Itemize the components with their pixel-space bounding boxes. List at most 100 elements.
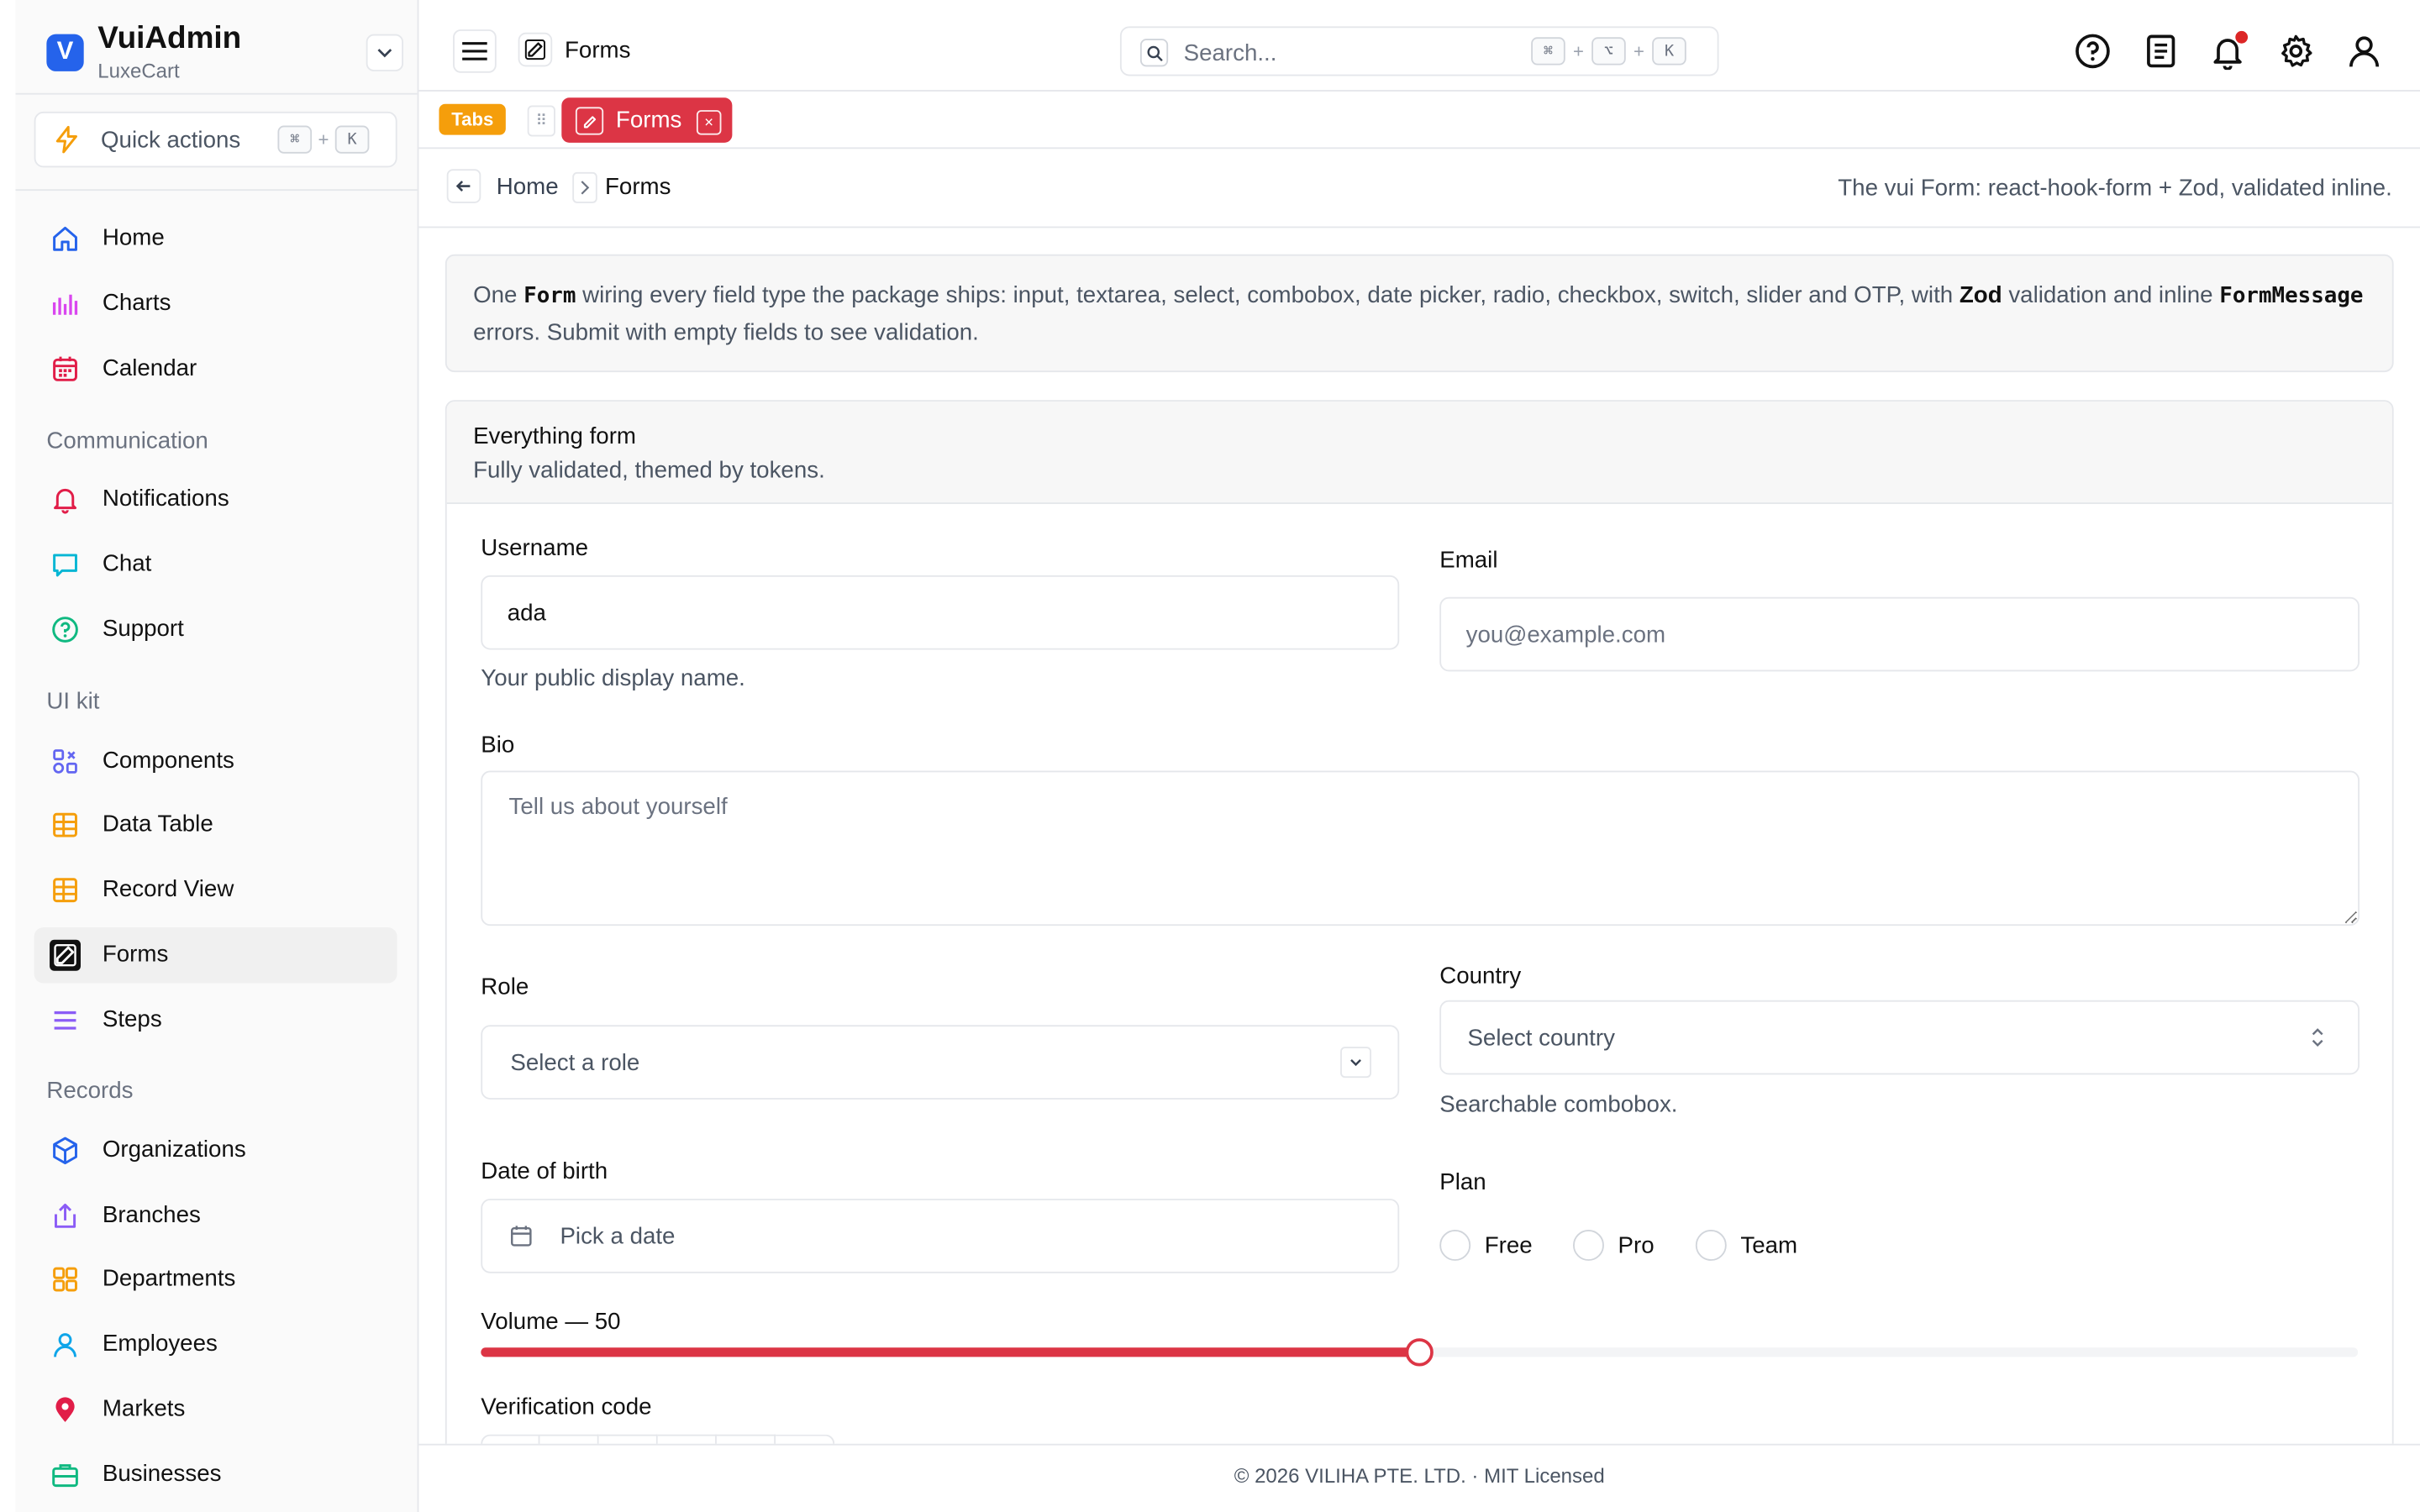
grid-icon bbox=[48, 1263, 82, 1297]
sidebar-item-label: Businesses bbox=[102, 1461, 222, 1488]
global-search[interactable]: ⌘ + ⌥ + K bbox=[1119, 26, 1719, 76]
box-icon bbox=[48, 1134, 82, 1168]
volume-slider[interactable] bbox=[481, 1338, 2359, 1367]
user-icon bbox=[2349, 36, 2380, 67]
date-picker-button[interactable]: Pick a date bbox=[481, 1199, 1400, 1273]
sidebar-item-label: Charts bbox=[102, 290, 171, 317]
email-input[interactable] bbox=[1439, 596, 2360, 672]
docs-button[interactable] bbox=[2141, 31, 2181, 71]
intro-text: wiring every field type the package ship… bbox=[576, 282, 1960, 309]
radio-team[interactable] bbox=[1695, 1230, 1727, 1261]
card-title: Everything form bbox=[473, 423, 637, 450]
country-label: Country bbox=[1439, 963, 1522, 990]
sidebar-item-charts[interactable]: Charts bbox=[34, 276, 397, 332]
intro-text: errors. Submit with empty fields to see … bbox=[473, 319, 979, 346]
chevron-down-icon bbox=[1340, 1047, 1372, 1079]
drag-handle-icon[interactable]: ⠿ bbox=[527, 105, 555, 137]
sidebar-item-organizations[interactable]: Organizations bbox=[34, 1123, 397, 1179]
notifications-button[interactable] bbox=[2207, 30, 2249, 71]
radio-pro[interactable] bbox=[1573, 1230, 1604, 1261]
bio-textarea[interactable] bbox=[481, 770, 2360, 927]
menu-toggle-button[interactable] bbox=[453, 29, 497, 73]
chevron-down-icon[interactable] bbox=[366, 34, 404, 71]
kbd-plus: + bbox=[318, 129, 329, 151]
sidebar-item-calendar[interactable]: Calendar bbox=[34, 341, 397, 396]
sidebar-item-label: Forms bbox=[102, 941, 169, 969]
lightning-icon bbox=[55, 125, 77, 154]
kbd-key: ⌥ bbox=[1591, 37, 1626, 66]
settings-button[interactable] bbox=[2275, 31, 2316, 71]
dob-label: Date of birth bbox=[481, 1158, 608, 1185]
chevron-right-icon bbox=[572, 171, 597, 203]
app-root: V VuiAdmin LuxeCart Quick actions ⌘ + K … bbox=[0, 0, 2420, 1512]
sidebar-item-label: Organizations bbox=[102, 1137, 246, 1163]
card-description: Fully validated, themed by tokens. bbox=[473, 457, 825, 485]
page-description: The vui Form: react-hook-form + Zod, val… bbox=[1838, 175, 2392, 202]
sidebar-item-steps[interactable]: Steps bbox=[34, 993, 397, 1048]
quick-actions-button[interactable]: Quick actions ⌘ + K bbox=[34, 111, 397, 168]
sidebar-item-label: Calendar bbox=[102, 354, 197, 382]
card-header: Everything form Fully validated, themed … bbox=[446, 402, 2392, 505]
sidebar-item-home[interactable]: Home bbox=[34, 211, 397, 266]
sidebar-item-businesses[interactable]: Businesses bbox=[34, 1446, 397, 1502]
back-button[interactable] bbox=[446, 169, 481, 203]
volume-label: Volume — 50 bbox=[481, 1309, 621, 1336]
sidebar-item-label: Markets bbox=[102, 1395, 186, 1422]
date-picker-value: Pick a date bbox=[560, 1223, 676, 1251]
workspace-name: LuxeCart bbox=[97, 59, 180, 82]
brand-switcher[interactable]: V VuiAdmin LuxeCart bbox=[34, 18, 404, 84]
kbd-plus: + bbox=[1573, 40, 1584, 62]
sidebar-item-label: Steps bbox=[102, 1006, 162, 1033]
tab-forms[interactable]: Forms × bbox=[561, 97, 733, 143]
role-select[interactable]: Select a role bbox=[481, 1025, 1400, 1100]
sidebar-item-forms[interactable]: Forms bbox=[34, 927, 397, 984]
table-icon bbox=[48, 808, 82, 843]
tabs-bar: Tabs ⠿ Forms × bbox=[418, 92, 2420, 150]
intro-text: One bbox=[473, 282, 524, 309]
sidebar-item-label: Departments bbox=[102, 1265, 236, 1292]
search-input[interactable] bbox=[1183, 37, 1525, 69]
sidebar: V VuiAdmin LuxeCart Quick actions ⌘ + K … bbox=[15, 0, 419, 1512]
close-icon[interactable]: × bbox=[696, 110, 722, 135]
edit-icon bbox=[524, 39, 546, 60]
kbd-plus: + bbox=[1634, 40, 1644, 62]
breadcrumb-home-link[interactable]: Home bbox=[497, 174, 559, 200]
username-input[interactable] bbox=[481, 575, 1400, 650]
profile-button[interactable] bbox=[2344, 31, 2385, 71]
docs-icon bbox=[2147, 34, 2175, 68]
plan-label: Plan bbox=[1439, 1169, 1486, 1196]
sidebar-item-record-view[interactable]: Record View bbox=[34, 862, 397, 917]
slider-thumb[interactable] bbox=[1405, 1338, 1434, 1367]
tabs-badge[interactable]: Tabs bbox=[439, 103, 507, 135]
sidebar-item-label: Notifications bbox=[102, 485, 229, 512]
radio-label: Free bbox=[1484, 1232, 1533, 1260]
intro-note: One Form wiring every field type the pac… bbox=[445, 254, 2394, 373]
topbar: Forms ⌘ + ⌥ + K bbox=[418, 0, 2420, 92]
sidebar-item-employees[interactable]: Employees bbox=[34, 1316, 397, 1372]
sidebar-item-support[interactable]: Support bbox=[34, 601, 397, 657]
components-icon bbox=[48, 744, 82, 779]
branch-icon bbox=[48, 1199, 82, 1233]
calendar-icon bbox=[511, 1226, 532, 1247]
sidebar-item-label: Employees bbox=[102, 1331, 218, 1357]
sidebar-item-label: Data Table bbox=[102, 811, 213, 837]
sidebar-item-label: Chat bbox=[102, 550, 152, 577]
role-label: Role bbox=[481, 974, 529, 1000]
sidebar-item-branches[interactable]: Branches bbox=[34, 1188, 397, 1243]
sidebar-item-components[interactable]: Components bbox=[34, 733, 397, 789]
sidebar-section-title: Communication bbox=[46, 428, 208, 454]
sidebar-item-data-table[interactable]: Data Table bbox=[34, 797, 397, 853]
notification-dot bbox=[2235, 30, 2249, 44]
divider bbox=[15, 189, 418, 192]
quick-actions-shortcut: ⌘ + K bbox=[277, 125, 370, 154]
help-button[interactable] bbox=[2072, 31, 2112, 71]
kbd-key: K bbox=[1652, 37, 1686, 66]
country-hint: Searchable combobox. bbox=[1439, 1091, 1678, 1119]
breadcrumb: Home Forms The vui Form: react-hook-form… bbox=[418, 150, 2420, 228]
sidebar-item-notifications[interactable]: Notifications bbox=[34, 471, 397, 527]
sidebar-item-markets[interactable]: Markets bbox=[34, 1382, 397, 1437]
sidebar-item-chat[interactable]: Chat bbox=[34, 537, 397, 592]
country-combobox[interactable]: Select country bbox=[1439, 1000, 2360, 1075]
radio-free[interactable] bbox=[1439, 1230, 1471, 1261]
sidebar-item-departments[interactable]: Departments bbox=[34, 1252, 397, 1307]
